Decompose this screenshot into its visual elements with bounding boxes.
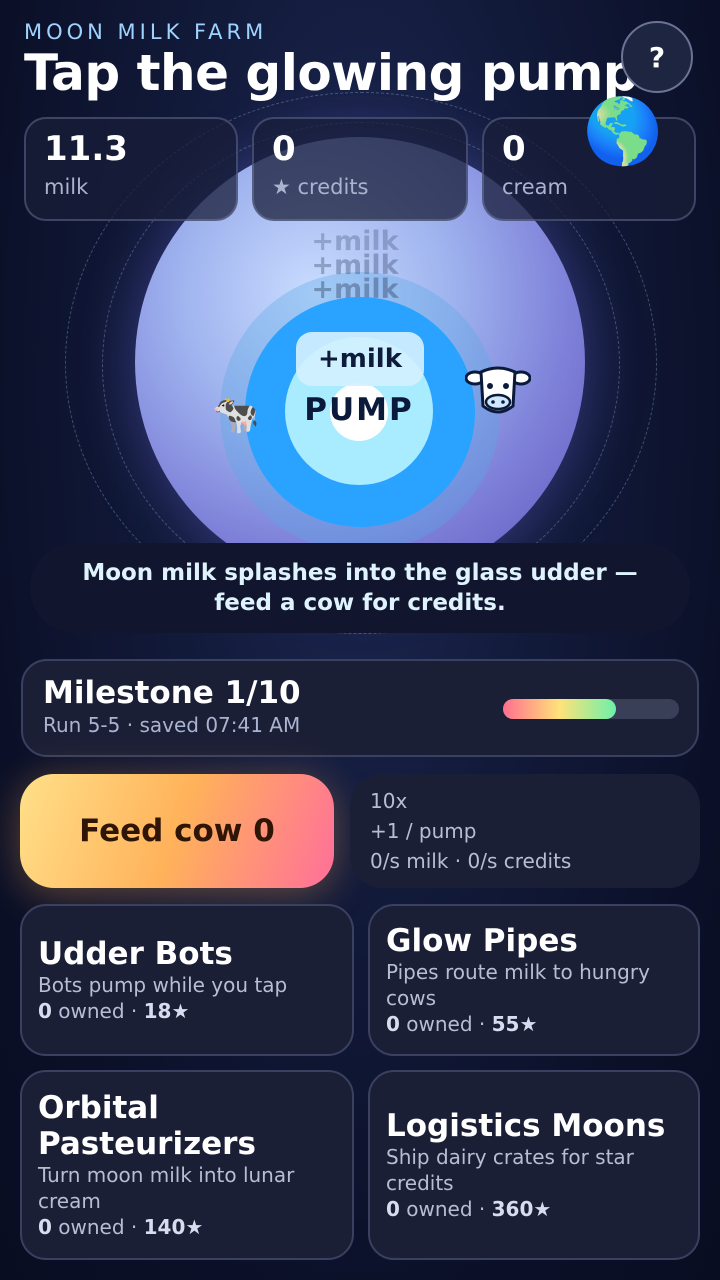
upgrade-meta: 0 owned · 360★ [386,1197,552,1221]
upgrade-description: Pipes route milk to hungry cows [386,960,650,1010]
stat-credits: 0 ★ credits [252,117,468,221]
stat-value: 11.3 [44,129,128,169]
stat-label: cream [502,175,568,199]
owned-label: owned [58,999,125,1023]
upgrade-cost: 360★ [491,1197,552,1221]
stat-value: 0 [272,129,296,169]
pump-label[interactable]: PUMP [285,392,433,428]
upgrade-card-logistics-moons[interactable]: Logistics Moons Ship dairy crates for st… [368,1070,700,1260]
owned-label: owned [406,1012,473,1036]
per-pump-text: +1 / pump [370,819,477,843]
upgrade-description: Turn moon milk into lunar cream [38,1163,295,1213]
milestone-progress-fill [503,699,616,719]
upgrade-description: Bots pump while you tap [38,973,288,997]
upgrade-meta: 0 owned · 140★ [38,1215,204,1239]
per-second-text: 0/s milk · 0/s credits [370,849,572,873]
stat-label: ★ credits [272,175,369,199]
owned-count: 0 [386,1197,400,1221]
upgrade-card-udder-bots[interactable]: Udder Bots Bots pump while you tap 0 own… [20,904,354,1056]
upgrade-name: Glow Pipes [386,923,578,959]
upgrade-meta: 0 owned · 55★ [386,1012,538,1036]
milk-ghost: +milk [311,226,399,257]
rates-panel: 10x +1 / pump 0/s milk · 0/s credits [350,774,700,888]
owned-count: 0 [38,1215,52,1239]
stat-milk: 11.3 milk [24,117,238,221]
owned-count: 0 [386,1012,400,1036]
cow-icon: 🐄 [212,392,260,436]
page-title: Tap the glowing pump [24,44,639,102]
earth-globe-icon: 🌎 [583,95,663,169]
owned-label: owned [58,1215,125,1239]
upgrade-card-glow-pipes[interactable]: Glow Pipes Pipes route milk to hungry co… [368,904,700,1056]
upgrade-name: Orbital Pasteurizers [38,1090,256,1162]
upgrade-cost: 18★ [143,999,190,1023]
milk-popup: +milk [296,332,424,386]
upgrade-cost: 55★ [491,1012,538,1036]
milestone-progress-bar [503,699,679,719]
feed-cow-button[interactable]: Feed cow 0 [20,774,334,888]
upgrade-description: Ship dairy crates for star credits [386,1145,634,1195]
milk-ghost: +milk [311,250,399,281]
upgrade-cost: 140★ [143,1215,204,1239]
app-subtitle: MOON MILK FARM [24,20,268,44]
upgrade-card-orbital-pasteurizers[interactable]: Orbital Pasteurizers Turn moon milk into… [20,1070,354,1260]
owned-count: 0 [38,999,52,1023]
milestone-card: Milestone 1/10 Run 5-5 · saved 07:41 AM [21,659,699,757]
upgrade-meta: 0 owned · 18★ [38,999,190,1023]
upgrade-name: Logistics Moons [386,1108,666,1144]
event-message: Moon milk splashes into the glass udder … [30,543,690,633]
stat-label: milk [44,175,89,199]
cow-face-icon [464,362,532,426]
help-button[interactable]: ? [621,21,693,93]
owned-label: owned [406,1197,473,1221]
multiplier-text: 10x [370,789,408,813]
upgrade-name: Udder Bots [38,936,233,972]
